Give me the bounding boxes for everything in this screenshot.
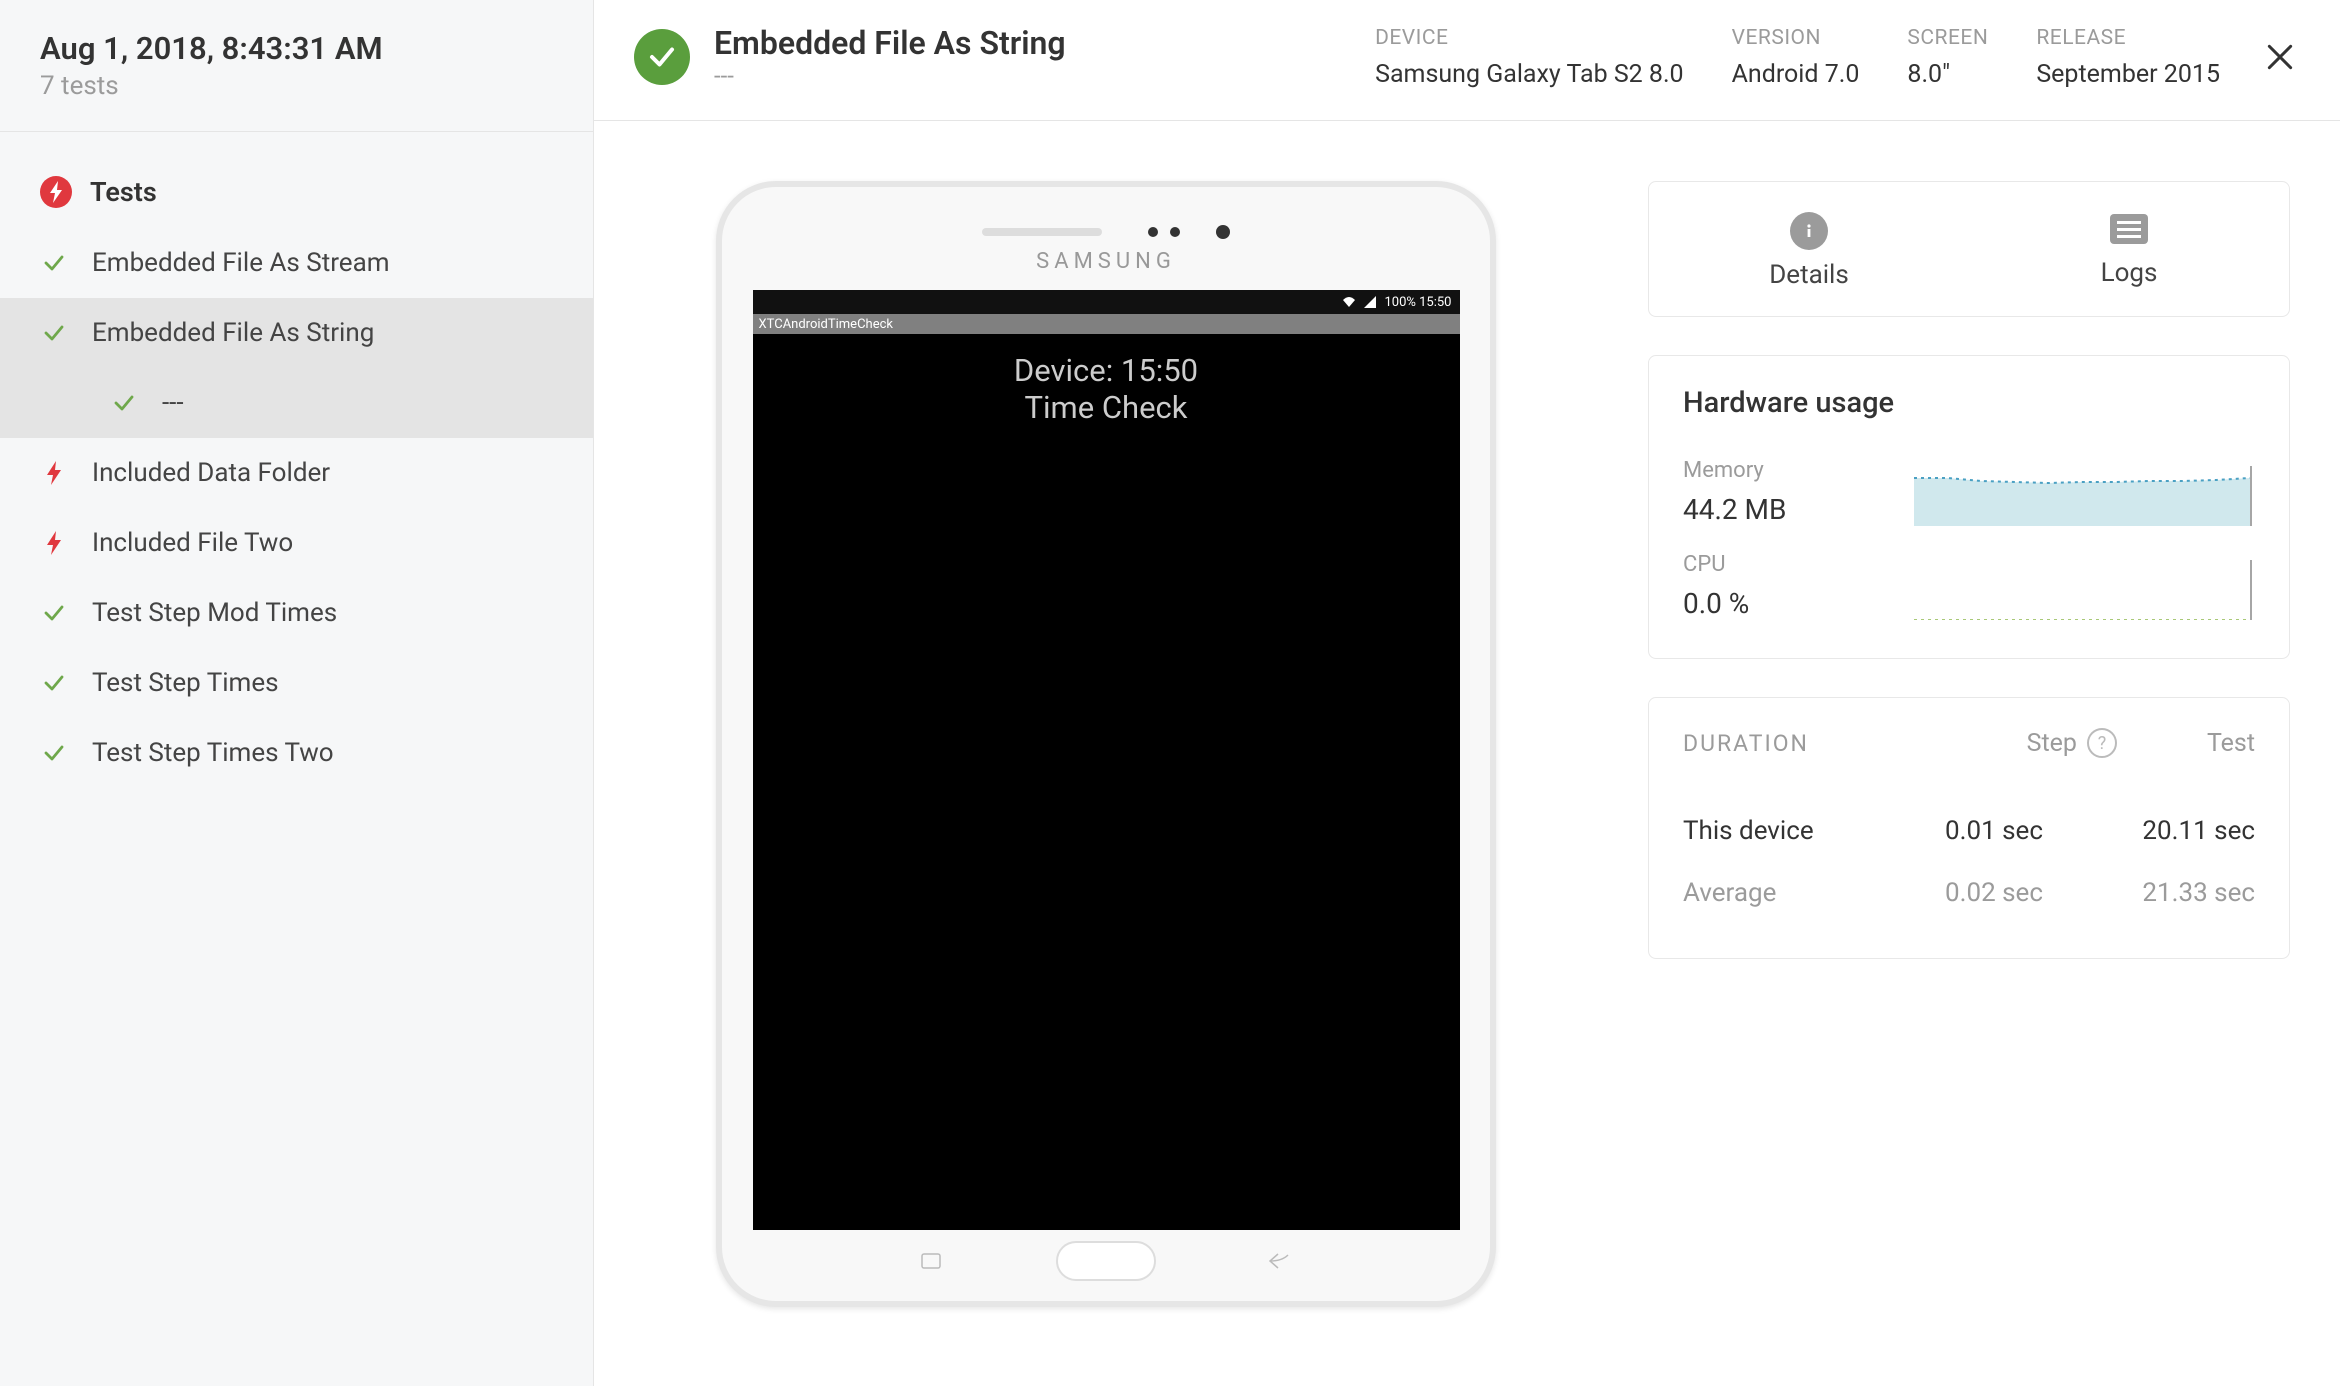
test-item[interactable]: Included Data Folder — [0, 438, 593, 508]
bolt-icon — [40, 459, 68, 487]
topbar: Embedded File As String --- DEVICE Samsu… — [594, 0, 2340, 121]
test-item-label: Included Data Folder — [92, 458, 330, 488]
logs-icon — [2110, 214, 2148, 244]
wifi-icon — [1342, 296, 1356, 308]
back-icon — [1266, 1251, 1296, 1271]
average-test: 21.33 sec — [2105, 878, 2255, 908]
test-item[interactable]: Embedded File As Stream — [0, 228, 593, 298]
test-item-label: Embedded File As String — [92, 318, 374, 348]
test-item-label: Test Step Mod Times — [92, 598, 337, 628]
cpu-value: 0.0 % — [1683, 587, 1749, 620]
device-meta: DEVICE Samsung Galaxy Tab S2 8.0 VERSION… — [1375, 26, 2220, 89]
test-count: 7 tests — [40, 71, 553, 101]
android-statusbar: 100% 15:50 — [753, 290, 1460, 314]
info-icon — [1790, 212, 1828, 250]
bolt-icon — [40, 176, 72, 208]
test-substep-label: --- — [162, 388, 184, 418]
tabs-card: Details Logs — [1648, 181, 2290, 317]
test-item[interactable]: Test Step Mod Times — [0, 578, 593, 648]
tab-details[interactable]: Details — [1649, 182, 1969, 316]
home-button — [1056, 1241, 1156, 1281]
duration-title: DURATION — [1683, 730, 1809, 757]
test-item[interactable]: Included File Two — [0, 508, 593, 578]
check-icon — [40, 669, 68, 697]
test-item[interactable]: Test Step Times — [0, 648, 593, 718]
speaker-grill — [982, 228, 1102, 236]
meta-screen: SCREEN 8.0" — [1907, 26, 1988, 89]
check-icon — [40, 319, 68, 347]
device-brand: SAMSUNG — [1036, 249, 1176, 274]
bolt-icon — [40, 529, 68, 557]
meta-version: VERSION Android 7.0 — [1732, 26, 1860, 89]
meta-release: RELEASE September 2015 — [2036, 26, 2220, 89]
average-label: Average — [1683, 878, 1945, 908]
front-camera-icon — [1216, 225, 1230, 239]
tab-logs[interactable]: Logs — [1969, 182, 2289, 316]
android-appbar: XTCAndroidTimeCheck — [753, 314, 1460, 334]
hardware-title: Hardware usage — [1683, 386, 2255, 420]
run-timestamp: Aug 1, 2018, 8:43:31 AM — [40, 30, 553, 67]
test-item-label: Included File Two — [92, 528, 293, 558]
check-icon — [40, 249, 68, 277]
memory-chart — [1913, 466, 2255, 526]
tab-details-label: Details — [1769, 260, 1849, 290]
test-item[interactable]: Test Step Times Two — [0, 718, 593, 788]
this-device-step: 0.01 sec — [1945, 816, 2105, 846]
average-step: 0.02 sec — [1945, 878, 2105, 908]
status-badge-pass — [634, 29, 690, 85]
test-item-label: Test Step Times Two — [92, 738, 334, 768]
screen-line-2: Time Check — [753, 389, 1460, 426]
screen-line-1: Device: 15:50 — [753, 352, 1460, 389]
cpu-chart — [1913, 560, 2255, 620]
hardware-card: Hardware usage Memory 44.2 MB CPU 0.0 % — [1648, 355, 2290, 659]
sidebar-header: Aug 1, 2018, 8:43:31 AM 7 tests — [0, 0, 593, 132]
this-device-label: This device — [1683, 816, 1945, 846]
title-block: Embedded File As String --- — [714, 24, 1066, 90]
right-panel: Details Logs Hardware usage Memory 44.2 … — [1648, 181, 2290, 1346]
signal-icon — [1364, 296, 1376, 308]
step-col-label: Step — [2027, 729, 2077, 758]
check-icon — [110, 389, 138, 417]
device-preview: SAMSUNG 100% 15:50 XTCAndroidTimeCheck D… — [644, 181, 1568, 1346]
tab-logs-label: Logs — [2101, 258, 2158, 288]
duration-card: DURATION Step ? Test This device 0.01 se… — [1648, 697, 2290, 959]
tests-heading: Tests — [0, 156, 593, 228]
main-area: Embedded File As String --- DEVICE Samsu… — [594, 0, 2340, 1386]
check-icon — [40, 739, 68, 767]
test-col-label: Test — [2207, 729, 2255, 758]
test-title: Embedded File As String — [714, 24, 1066, 62]
test-item-label: Embedded File As Stream — [92, 248, 390, 278]
recent-apps-icon — [916, 1251, 946, 1271]
tests-heading-label: Tests — [90, 176, 157, 208]
memory-value: 44.2 MB — [1683, 493, 1786, 526]
cpu-label: CPU — [1683, 552, 1749, 577]
check-icon — [40, 599, 68, 627]
tests-list: Tests Embedded File As Stream Embedded Fi… — [0, 132, 593, 812]
tablet-frame: SAMSUNG 100% 15:50 XTCAndroidTimeCheck D… — [716, 181, 1496, 1307]
close-button[interactable] — [2260, 37, 2300, 77]
help-icon[interactable]: ? — [2087, 728, 2117, 758]
memory-label: Memory — [1683, 458, 1786, 483]
device-screen: 100% 15:50 XTCAndroidTimeCheck Device: 1… — [753, 290, 1460, 1230]
test-subtitle: --- — [714, 62, 1066, 90]
sidebar: Aug 1, 2018, 8:43:31 AM 7 tests Tests Em… — [0, 0, 594, 1386]
test-item-label: Test Step Times — [92, 668, 279, 698]
test-substep[interactable]: --- — [0, 368, 593, 438]
this-device-test: 20.11 sec — [2105, 816, 2255, 846]
test-item[interactable]: Embedded File As String — [0, 298, 593, 368]
meta-device: DEVICE Samsung Galaxy Tab S2 8.0 — [1375, 26, 1684, 89]
